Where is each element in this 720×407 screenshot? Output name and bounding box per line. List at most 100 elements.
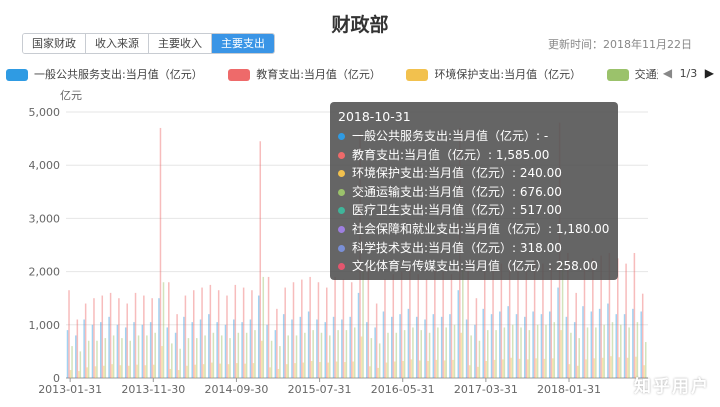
bar <box>109 292 112 378</box>
bar <box>196 338 198 378</box>
bar <box>158 298 160 378</box>
bar <box>204 335 206 378</box>
bar <box>126 303 128 378</box>
bar <box>149 322 152 378</box>
bar <box>428 332 431 378</box>
tooltip-row-general-public-services: 一般公共服务支出:当月值（亿元）: - <box>338 127 610 146</box>
bar <box>266 324 268 378</box>
bar <box>310 360 313 378</box>
bar <box>208 314 210 378</box>
bar <box>261 340 263 378</box>
bar <box>302 362 305 378</box>
bar <box>525 271 528 378</box>
bar <box>432 314 435 378</box>
bar <box>151 298 153 378</box>
tooltip-row-label: 教育支出:当月值（亿元）: 1,585.00 <box>352 147 550 162</box>
bar <box>578 338 580 378</box>
tooltip-row-transport: 交通运输支出:当月值（亿元）: 676.00 <box>338 183 610 202</box>
bar <box>187 338 190 378</box>
bar <box>395 332 398 378</box>
bar <box>179 348 181 378</box>
bar <box>199 319 202 378</box>
bar <box>259 141 262 378</box>
bar <box>357 292 360 378</box>
bar <box>392 274 395 378</box>
bar <box>324 322 327 378</box>
bar <box>257 295 260 378</box>
bar <box>552 358 554 378</box>
bar <box>251 290 253 378</box>
bar <box>152 364 155 378</box>
bar <box>224 324 227 378</box>
bar <box>500 263 503 378</box>
bar <box>518 358 521 378</box>
bar <box>307 311 310 378</box>
bar <box>320 332 323 378</box>
bar <box>312 330 314 378</box>
bar <box>174 332 177 378</box>
bar <box>409 268 411 378</box>
bar <box>94 366 97 378</box>
bar <box>543 358 546 378</box>
bar <box>485 360 487 378</box>
bar <box>129 340 131 378</box>
bar <box>96 340 98 378</box>
bar <box>636 322 639 378</box>
bar <box>219 363 221 378</box>
bar <box>121 338 123 378</box>
bar <box>270 340 273 378</box>
bar <box>171 343 173 378</box>
bar <box>607 303 609 378</box>
tooltip-row-label: 科学技术支出:当月值（亿元）: 318.00 <box>352 240 562 255</box>
bar <box>586 327 589 378</box>
bar <box>462 266 464 378</box>
bar <box>226 295 228 378</box>
bar <box>317 282 320 378</box>
bar <box>615 314 618 378</box>
bar <box>495 330 497 378</box>
bar <box>374 327 376 378</box>
bar <box>146 335 148 378</box>
bar <box>353 327 356 378</box>
bar <box>194 364 196 378</box>
bar <box>435 359 438 378</box>
bar <box>211 362 213 378</box>
bar <box>468 365 471 378</box>
tooltip-dot <box>338 170 345 178</box>
bar <box>75 335 77 378</box>
tooltip-row-label: 医疗卫生支出:当月值（亿元）: 517.00 <box>352 203 562 218</box>
x-tick-label: 2013-01-31 <box>38 383 102 396</box>
bar <box>402 360 404 378</box>
bar <box>112 335 115 378</box>
bar <box>169 368 172 378</box>
tooltip-dot <box>338 151 345 159</box>
bar <box>277 368 280 378</box>
bar <box>284 287 286 378</box>
bar <box>186 365 188 378</box>
bar <box>536 324 539 378</box>
watermark: 知乎用户 <box>634 377 710 397</box>
bar <box>478 340 481 378</box>
bar <box>103 365 105 378</box>
bar <box>201 287 203 378</box>
bar <box>445 327 447 378</box>
bar <box>233 319 235 378</box>
bar <box>610 356 612 378</box>
bar <box>352 361 354 378</box>
tooltip-dot <box>338 225 345 233</box>
bar <box>583 263 586 378</box>
bar <box>168 282 170 378</box>
bar <box>184 295 187 378</box>
tooltip-row-culture-sports: 文化体育与传媒支出:当月值（亿元）: 258.00 <box>338 257 610 276</box>
y-tick-label: 1,000 <box>29 319 61 332</box>
bar <box>176 314 178 378</box>
bar <box>137 335 140 378</box>
bar <box>493 359 496 378</box>
bar <box>191 322 193 378</box>
bar <box>68 290 70 378</box>
bar <box>177 370 180 378</box>
bar <box>294 363 296 378</box>
bar <box>603 324 605 378</box>
bar <box>134 292 137 378</box>
bar <box>334 276 336 378</box>
